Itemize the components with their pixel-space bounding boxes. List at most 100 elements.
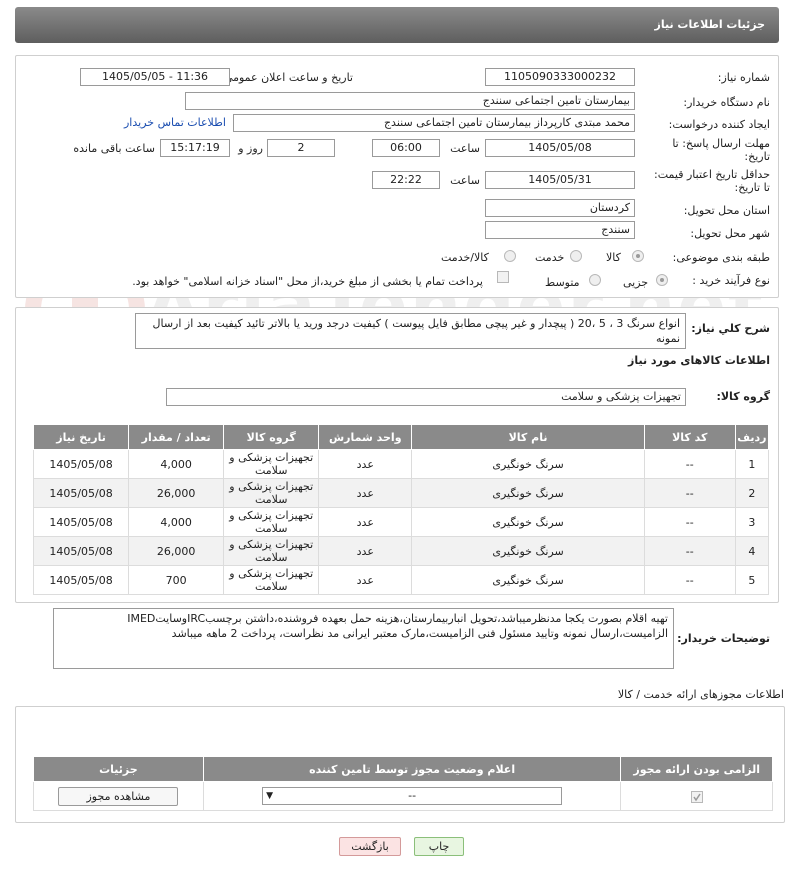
cell-qty: 700 <box>128 565 225 595</box>
process-medium-label: متوسط <box>545 276 580 289</box>
cell-row: 3 <box>734 507 770 537</box>
need-number-label: شماره نیاز: <box>717 71 770 84</box>
cell-group: تجهیزات پزشکی و سلامت <box>223 507 320 537</box>
permit-required-cell <box>620 781 773 811</box>
announce-label: تاریخ و ساعت اعلان عمومی: <box>220 71 353 84</box>
buyer-label: نام دستگاه خریدار: <box>683 96 770 109</box>
print-button[interactable]: چاپ <box>414 837 464 856</box>
goods-table: ردیف کد کالا نام کالا واحد شمارش گروه کا… <box>32 424 770 595</box>
process-label: نوع فرآیند خرید : <box>692 274 770 287</box>
cell-date: 1405/05/08 <box>32 507 130 537</box>
goods-group-field[interactable]: تجهیزات پزشکی و سلامت <box>166 388 686 406</box>
permit-required-checkbox <box>690 790 703 803</box>
check-icon <box>693 793 701 801</box>
reply-deadline-label: مهلت ارسال پاسخ: تا تاریخ: <box>672 137 770 163</box>
buyer-notes-label: توضیحات خریدار: <box>677 632 770 645</box>
days-field[interactable]: 2 <box>267 139 335 157</box>
table-row: 2 -- سرنگ خونگیری عدد تجهیزات پزشکی و سل… <box>32 478 770 508</box>
remaining-label: ساعت باقی مانده <box>73 142 155 155</box>
cell-name: سرنگ خونگیری <box>411 536 645 566</box>
permit-status-cell: -- ▼ <box>202 781 622 811</box>
remaining-time-field[interactable]: 15:17:19 <box>160 139 230 157</box>
category-goods-service-radio[interactable] <box>504 250 516 262</box>
cell-qty: 4,000 <box>128 449 225 479</box>
page-header: جزئیات اطلاعات نیاز <box>15 7 779 43</box>
city-field[interactable]: سنندج <box>485 221 635 239</box>
cell-group: تجهیزات پزشکی و سلامت <box>223 536 320 566</box>
table-row: 4 -- سرنگ خونگیری عدد تجهیزات پزشکی و سل… <box>32 536 770 566</box>
permit-status-select[interactable]: -- ▼ <box>262 787 563 805</box>
table-row: 1 -- سرنگ خونگیری عدد تجهیزات پزشکی و سل… <box>32 449 770 479</box>
cell-code: -- <box>643 565 736 595</box>
cell-unit: عدد <box>318 507 413 537</box>
cell-row: 2 <box>734 478 770 508</box>
cell-group: تجهیزات پزشکی و سلامت <box>223 478 320 508</box>
validity-time-label: ساعت <box>450 174 480 187</box>
contact-link[interactable]: اطلاعات تماس خریدار <box>124 116 226 129</box>
summary-textarea[interactable]: انواع سرنگ 3 ، 5 ،20 ( پیچدار و غیر پیچی… <box>135 313 686 349</box>
reply-date-field[interactable]: 1405/05/08 <box>485 139 635 157</box>
col-unit: واحد شمارش <box>318 424 413 450</box>
category-goods-label: کالا <box>606 251 621 264</box>
cell-unit: عدد <box>318 536 413 566</box>
category-service-label: خدمت <box>535 251 565 264</box>
buyer-notes-textarea[interactable]: تهیه اقلام بصورت یکجا مدنظرمیباشد،تحویل … <box>53 608 674 669</box>
cell-code: -- <box>643 449 736 479</box>
cell-row: 4 <box>734 536 770 566</box>
permits-row: -- ▼ مشاهده مجوز <box>33 781 773 811</box>
cell-unit: عدد <box>318 565 413 595</box>
cell-date: 1405/05/08 <box>32 478 130 508</box>
permit-details-cell: مشاهده مجوز <box>33 781 204 811</box>
days-label: روز و <box>238 142 263 155</box>
reply-time-field[interactable]: 06:00 <box>372 139 440 157</box>
payment-note: پرداخت تمام یا بخشی از مبلغ خرید،از محل … <box>132 275 483 288</box>
back-button[interactable]: بازگشت <box>339 837 401 856</box>
cell-date: 1405/05/08 <box>32 565 130 595</box>
cell-row: 5 <box>734 565 770 595</box>
city-label: شهر محل تحویل: <box>690 227 770 240</box>
process-small-label: جزیی <box>623 276 649 289</box>
view-permit-button[interactable]: مشاهده مجوز <box>58 786 179 806</box>
page-title: جزئیات اطلاعات نیاز <box>654 18 766 31</box>
summary-label: شرح کلي نياز: <box>691 322 770 335</box>
cell-qty: 4,000 <box>128 507 225 537</box>
province-field[interactable]: کردستان <box>485 199 635 217</box>
cell-name: سرنگ خونگیری <box>411 507 645 537</box>
announce-field[interactable]: 1405/05/05 - 11:36 <box>80 68 230 86</box>
col-date: تاریخ نیاز <box>32 424 130 450</box>
cell-name: سرنگ خونگیری <box>411 478 645 508</box>
cell-unit: عدد <box>318 449 413 479</box>
creator-field[interactable]: محمد مبتدی کارپرداز بیمارستان تامین اجتم… <box>233 114 635 132</box>
creator-label: ایجاد کننده درخواست: <box>668 118 770 131</box>
validity-label: حداقل تاریخ اعتبار قیمت: تا تاریخ: <box>654 168 770 194</box>
permit-status-value: -- <box>408 789 417 802</box>
chevron-down-icon: ▼ <box>266 791 274 801</box>
category-label: طبقه بندی موضوعی: <box>672 251 770 264</box>
need-number-field[interactable]: 1105090333000232 <box>485 68 635 86</box>
cell-name: سرنگ خونگیری <box>411 449 645 479</box>
cell-name: سرنگ خونگیری <box>411 565 645 595</box>
permits-table-header: الزامی بودن ارائه مجوز اعلام وضعیت مجوز … <box>33 756 773 782</box>
cell-group: تجهیزات پزشکی و سلامت <box>223 565 320 595</box>
validity-date-field[interactable]: 1405/05/31 <box>485 171 635 189</box>
category-goods-service-label: کالا/خدمت <box>441 251 489 264</box>
reply-time-label: ساعت <box>450 142 480 155</box>
cell-row: 1 <box>734 449 770 479</box>
cell-code: -- <box>643 507 736 537</box>
col-name: نام کالا <box>411 424 645 450</box>
cell-group: تجهیزات پزشکی و سلامت <box>223 449 320 479</box>
col-permit-details: جزئیات <box>33 756 204 782</box>
col-group: گروه کالا <box>223 424 320 450</box>
permits-title: اطلاعات مجوزهای ارائه خدمت / کالا <box>617 688 784 701</box>
buyer-field[interactable]: بیمارستان تامین اجتماعی سنندج <box>185 92 635 110</box>
province-label: استان محل تحویل: <box>683 204 770 217</box>
col-row: ردیف <box>734 424 770 450</box>
validity-time-field[interactable]: 22:22 <box>372 171 440 189</box>
table-row: 5 -- سرنگ خونگیری عدد تجهیزات پزشکی و سل… <box>32 565 770 595</box>
cell-code: -- <box>643 478 736 508</box>
category-goods-radio[interactable] <box>632 250 644 262</box>
payment-checkbox[interactable] <box>497 271 509 283</box>
category-service-radio[interactable] <box>570 250 582 262</box>
process-medium-radio[interactable] <box>589 274 601 286</box>
process-small-radio[interactable] <box>656 274 668 286</box>
